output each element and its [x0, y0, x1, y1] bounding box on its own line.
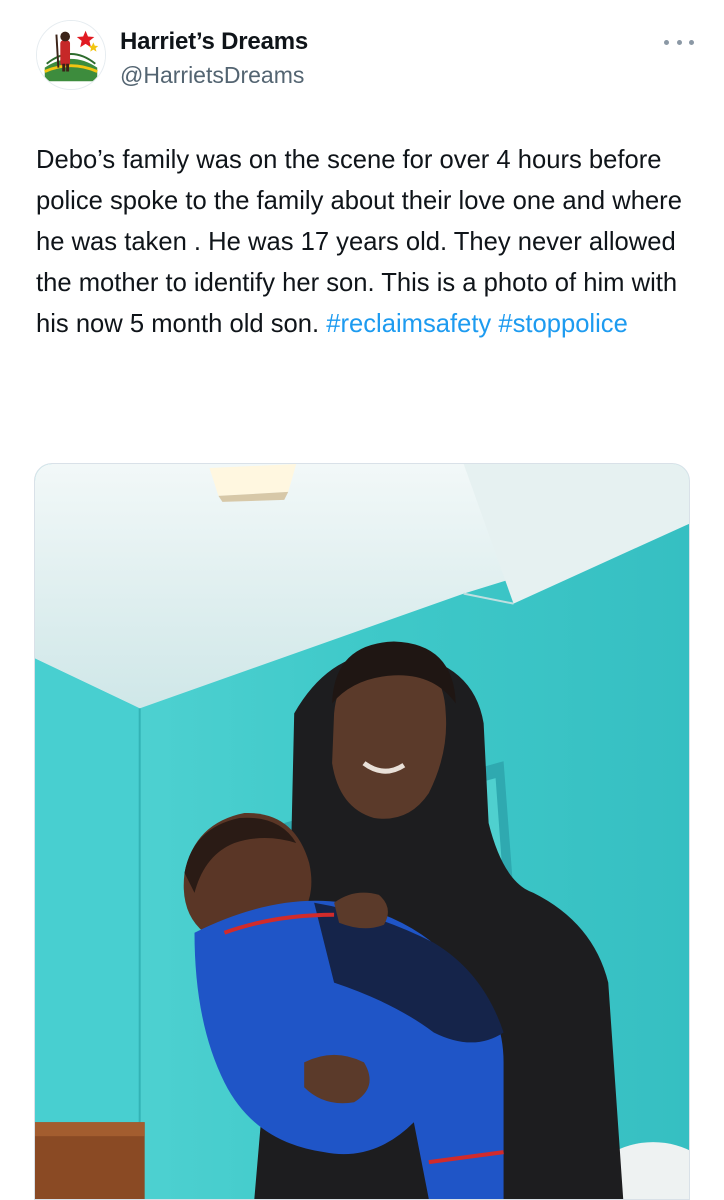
more-options-dot	[676, 39, 682, 45]
avatar[interactable]	[36, 20, 106, 90]
tweet: Harriet’s Dreams @HarrietsDreams Debo’s …	[0, 0, 724, 1200]
more-options-dot	[689, 39, 694, 45]
hashtag-link[interactable]: #stoppolice	[498, 310, 627, 338]
harriets-dreams-logo-icon	[37, 21, 105, 89]
author-display-name[interactable]: Harriet’s Dreams	[120, 28, 308, 56]
more-options-icon	[664, 39, 669, 45]
tweet-text: Debo’s family was on the scene for over …	[36, 140, 696, 345]
tweet-photo[interactable]	[34, 463, 690, 1200]
hashtag-link[interactable]: #reclaimsafety	[326, 310, 491, 338]
photo-illustration	[35, 464, 689, 1199]
author-handle[interactable]: @HarrietsDreams	[120, 62, 304, 89]
more-options-button[interactable]	[664, 32, 694, 52]
